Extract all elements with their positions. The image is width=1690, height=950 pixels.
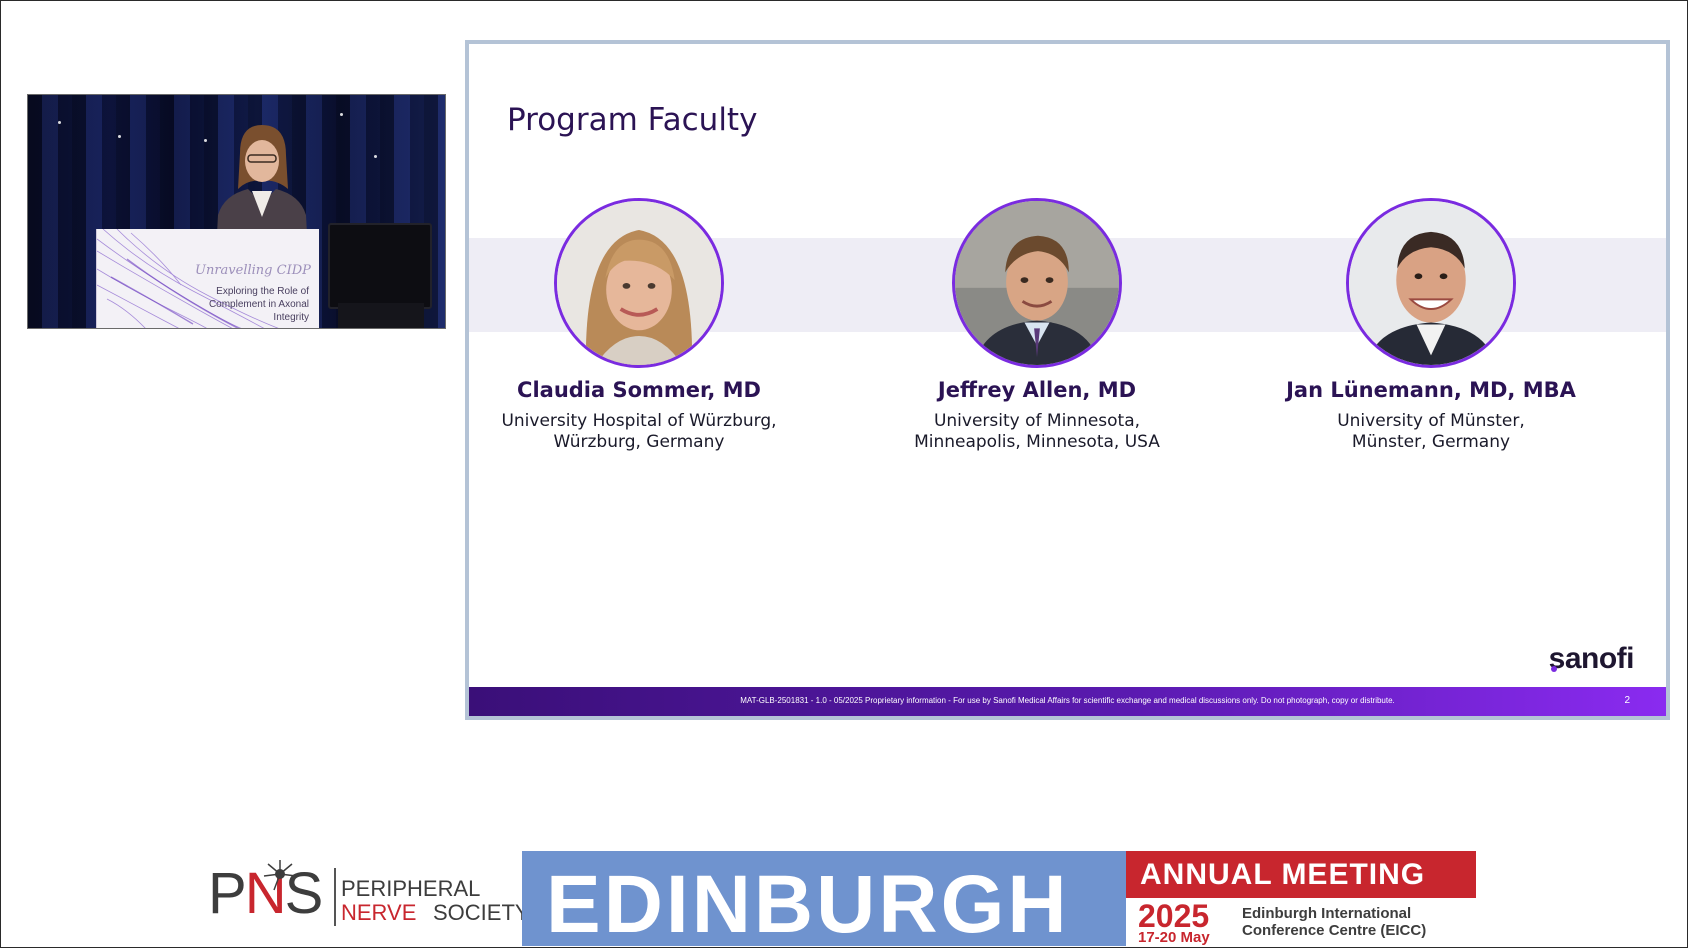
presentation-slide: Program Faculty Claudia Sommer, MD Unive… bbox=[465, 40, 1670, 720]
podium-script-title: Unravelling CIDP bbox=[195, 263, 311, 278]
stage-light bbox=[58, 121, 61, 124]
pns-word-peripheral: PERIPHERAL bbox=[341, 876, 481, 901]
neuron-icon bbox=[263, 860, 297, 891]
faculty-name: Jeffrey Allen, MD bbox=[937, 378, 1137, 402]
faculty-name: Claudia Sommer, MD bbox=[517, 378, 761, 402]
event-name: ANNUAL MEETING bbox=[1140, 858, 1426, 891]
faculty-affiliation: University Hospital of Würzburg, Würzbur… bbox=[501, 411, 777, 452]
pns-word-nerve: NERVE bbox=[341, 900, 417, 925]
pns-word-society: SOCIETY bbox=[433, 900, 530, 925]
faculty-affiliation: University of Minnesota, Minneapolis, Mi… bbox=[914, 411, 1160, 452]
faculty-photo bbox=[952, 198, 1122, 368]
portrait-man-icon bbox=[1349, 201, 1513, 365]
pns-logo: PNS PERIPHERAL NERVE SOCIETY bbox=[208, 858, 530, 928]
pns-letter-p: P bbox=[208, 861, 247, 926]
city-name: EDINBURGH bbox=[546, 859, 1070, 946]
brand-wordmark: sanofi bbox=[1548, 642, 1635, 675]
podium: Unravelling CIDP Exploring the Role of C… bbox=[96, 229, 319, 328]
faculty-photo bbox=[1346, 198, 1516, 368]
portrait-woman-icon bbox=[557, 201, 721, 365]
podium-subtitle: Exploring the Role of Complement in Axon… bbox=[208, 286, 309, 323]
portrait-man-icon bbox=[955, 201, 1119, 365]
stage-light bbox=[204, 139, 207, 142]
stage-light bbox=[118, 135, 121, 138]
faculty-card-allen: Jeffrey Allen, MD University of Minnesot… bbox=[867, 198, 1207, 453]
stage-light bbox=[374, 155, 377, 158]
monitor-stand bbox=[338, 303, 424, 328]
speaker-video[interactable]: Unravelling CIDP Exploring the Role of C… bbox=[27, 94, 446, 329]
event-venue: Edinburgh International Conference Centr… bbox=[1242, 905, 1427, 939]
faculty-photo bbox=[554, 198, 724, 368]
faculty-card-sommer: Claudia Sommer, MD University Hospital o… bbox=[469, 198, 809, 453]
annual-meeting-banner: ANNUAL MEETING bbox=[1126, 851, 1476, 898]
faculty-card-lunemann: Jan Lünemann, MD, MBA University of Müns… bbox=[1261, 198, 1601, 453]
footer-disclaimer: MAT-GLB-2501831 - 1.0 - 05/2025 Propriet… bbox=[740, 696, 1395, 705]
event-dates: 17-20 May bbox=[1138, 929, 1210, 946]
city-banner: EDINBURGH bbox=[522, 851, 1126, 946]
slide-title: Program Faculty bbox=[507, 102, 758, 138]
stage-light bbox=[340, 113, 343, 116]
sanofi-logo: sanofi bbox=[1548, 642, 1635, 676]
confidence-monitor bbox=[328, 223, 432, 309]
faculty-affiliation: University of Münster, Münster, Germany bbox=[1337, 411, 1525, 452]
faculty-name: Jan Lünemann, MD, MBA bbox=[1286, 378, 1576, 402]
logo-divider bbox=[334, 868, 336, 926]
slide-footer: MAT-GLB-2501831 - 1.0 - 05/2025 Propriet… bbox=[469, 687, 1666, 716]
event-year: 2025 bbox=[1138, 898, 1210, 934]
brand-dot bbox=[1550, 666, 1557, 672]
slide-page-number: 2 bbox=[1624, 695, 1630, 706]
